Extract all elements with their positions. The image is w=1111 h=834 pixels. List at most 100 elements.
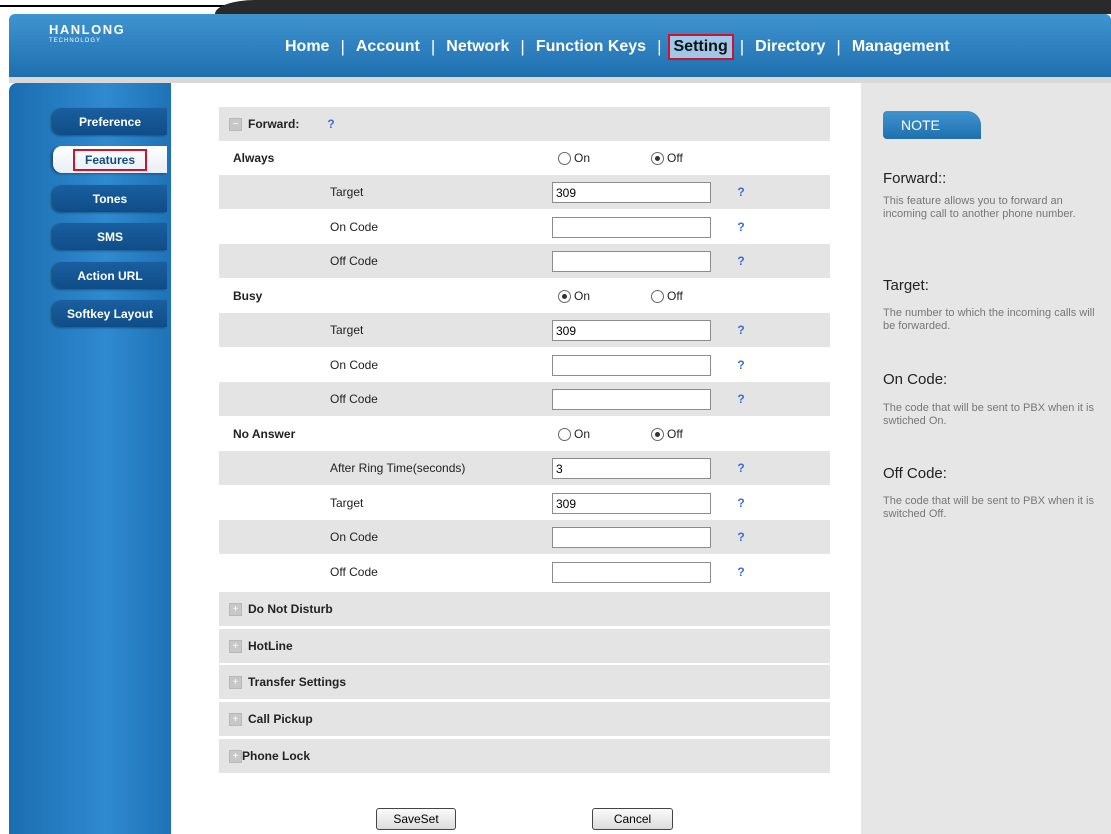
busy-on-code-input[interactable]	[552, 355, 711, 376]
busy-off-radio[interactable]: Off	[651, 279, 683, 313]
ring-time-label: After Ring Time(seconds)	[330, 461, 466, 475]
always-off-code-row: Off Code ?	[219, 244, 830, 278]
note-header: NOTE	[883, 111, 981, 139]
busy-on-radio[interactable]: On	[558, 279, 590, 313]
help-icon[interactable]: ?	[734, 461, 748, 475]
always-row: Always On Off	[219, 141, 830, 175]
sidebar-item-tones[interactable]: Tones	[53, 185, 167, 212]
radio-label: On	[574, 151, 591, 165]
no-answer-target-input[interactable]	[552, 493, 711, 514]
always-on-radio[interactable]: On	[558, 141, 590, 175]
note-panel: NOTE Forward:: This feature allows you t…	[861, 83, 1111, 834]
sidebar-item-label: Softkey Layout	[66, 306, 153, 321]
help-icon[interactable]: ?	[734, 323, 748, 337]
help-icon[interactable]: ?	[734, 530, 748, 544]
sidebar-item-softkey-layout[interactable]: Softkey Layout	[53, 300, 167, 327]
collapse-icon[interactable]: −	[229, 118, 242, 131]
nav-setting[interactable]: Setting	[667, 34, 734, 60]
no-answer-on-radio[interactable]: On	[558, 417, 590, 451]
expand-icon[interactable]: +	[229, 640, 242, 653]
always-target-row: Target ?	[219, 175, 830, 209]
nav-home[interactable]: Home	[274, 34, 340, 60]
cancel-button[interactable]: Cancel	[592, 808, 673, 830]
busy-target-row: Target ?	[219, 313, 830, 347]
busy-target-input[interactable]	[552, 320, 711, 341]
sidebar-item-preference[interactable]: Preference	[53, 108, 167, 135]
no-answer-row: No Answer On Off	[219, 417, 830, 451]
forward-section-header[interactable]: − Forward: ?	[219, 107, 830, 141]
radio-label: Off	[667, 151, 683, 165]
no-answer-on-code-input[interactable]	[552, 527, 711, 548]
sidebar-item-label: Tones	[92, 191, 128, 206]
on-code-label: On Code	[330, 530, 379, 544]
radio-label: Off	[667, 289, 683, 303]
sidebar-item-label: Preference	[78, 114, 142, 129]
section-phone-lock[interactable]: + Phone Lock	[219, 739, 830, 773]
expand-icon[interactable]: +	[229, 713, 242, 726]
note-title-off-code: Off Code:	[883, 465, 947, 482]
top-nav: Home | Account | Network | Function Keys…	[274, 34, 961, 60]
nav-account[interactable]: Account	[345, 34, 431, 60]
radio-icon	[558, 427, 571, 441]
help-icon[interactable]: ?	[734, 496, 748, 510]
nav-directory[interactable]: Directory	[744, 34, 836, 60]
always-off-code-input[interactable]	[552, 251, 711, 272]
forward-title: Forward:	[248, 117, 300, 131]
sidebar-item-features[interactable]: Features	[53, 146, 167, 173]
busy-label: Busy	[233, 289, 263, 303]
section-label: Phone Lock	[242, 749, 311, 763]
help-icon[interactable]: ?	[324, 117, 338, 131]
expand-icon[interactable]: +	[229, 603, 242, 616]
no-answer-off-code-row: Off Code ?	[219, 555, 830, 589]
logo-brand: HANLONG	[49, 22, 126, 37]
sidebar-item-label: SMS	[96, 229, 123, 244]
section-transfer-settings[interactable]: + Transfer Settings	[219, 665, 830, 699]
radio-icon	[558, 289, 571, 303]
header: HANLONG TECHNOLOGY Home | Account | Netw…	[9, 14, 1111, 77]
main-panel: − Forward: ? Always On Off Target ? On C…	[171, 83, 861, 834]
help-icon[interactable]: ?	[734, 220, 748, 234]
section-label: Call Pickup	[248, 712, 313, 726]
section-hotline[interactable]: + HotLine	[219, 629, 830, 663]
no-answer-label: No Answer	[233, 427, 296, 441]
nav-function-keys[interactable]: Function Keys	[525, 34, 657, 60]
ring-time-input[interactable]	[552, 458, 711, 479]
note-text-forward: This feature allows you to forward an in…	[883, 195, 1076, 220]
always-target-input[interactable]	[552, 182, 711, 203]
help-icon[interactable]: ?	[734, 565, 748, 579]
logo-sub: TECHNOLOGY	[49, 38, 102, 44]
radio-label: Off	[667, 427, 683, 441]
sidebar-item-label: Features	[72, 148, 148, 171]
sidebar: Preference Features Tones SMS Action URL…	[9, 83, 171, 834]
note-text-target: The number to which the incoming calls w…	[883, 307, 1095, 332]
help-icon[interactable]: ?	[734, 392, 748, 406]
sidebar-item-sms[interactable]: SMS	[53, 223, 167, 250]
always-on-code-input[interactable]	[552, 217, 711, 238]
help-icon[interactable]: ?	[734, 254, 748, 268]
no-answer-off-code-input[interactable]	[552, 562, 711, 583]
nav-network[interactable]: Network	[435, 34, 520, 60]
radio-icon	[558, 151, 571, 165]
no-answer-off-radio[interactable]: Off	[651, 417, 683, 451]
radio-label: On	[574, 427, 591, 441]
no-answer-target-row: Target ?	[219, 486, 830, 520]
note-title-on-code: On Code:	[883, 371, 948, 388]
section-do-not-disturb[interactable]: + Do Not Disturb	[219, 592, 830, 626]
help-icon[interactable]: ?	[734, 185, 748, 199]
busy-off-code-input[interactable]	[552, 389, 711, 410]
radio-label: On	[574, 289, 591, 303]
off-code-label: Off Code	[330, 392, 378, 406]
help-icon[interactable]: ?	[734, 358, 748, 372]
section-call-pickup[interactable]: + Call Pickup	[219, 702, 830, 736]
always-label: Always	[233, 151, 275, 165]
target-label: Target	[330, 185, 364, 199]
sidebar-item-action-url[interactable]: Action URL	[53, 262, 167, 289]
always-off-radio[interactable]: Off	[651, 141, 683, 175]
logo: HANLONG TECHNOLOGY	[49, 22, 125, 44]
nav-management[interactable]: Management	[841, 34, 961, 60]
busy-row: Busy On Off	[219, 279, 830, 313]
target-label: Target	[330, 323, 364, 337]
saveset-button[interactable]: SaveSet	[376, 808, 456, 830]
expand-icon[interactable]: +	[229, 750, 242, 763]
expand-icon[interactable]: +	[229, 676, 242, 689]
